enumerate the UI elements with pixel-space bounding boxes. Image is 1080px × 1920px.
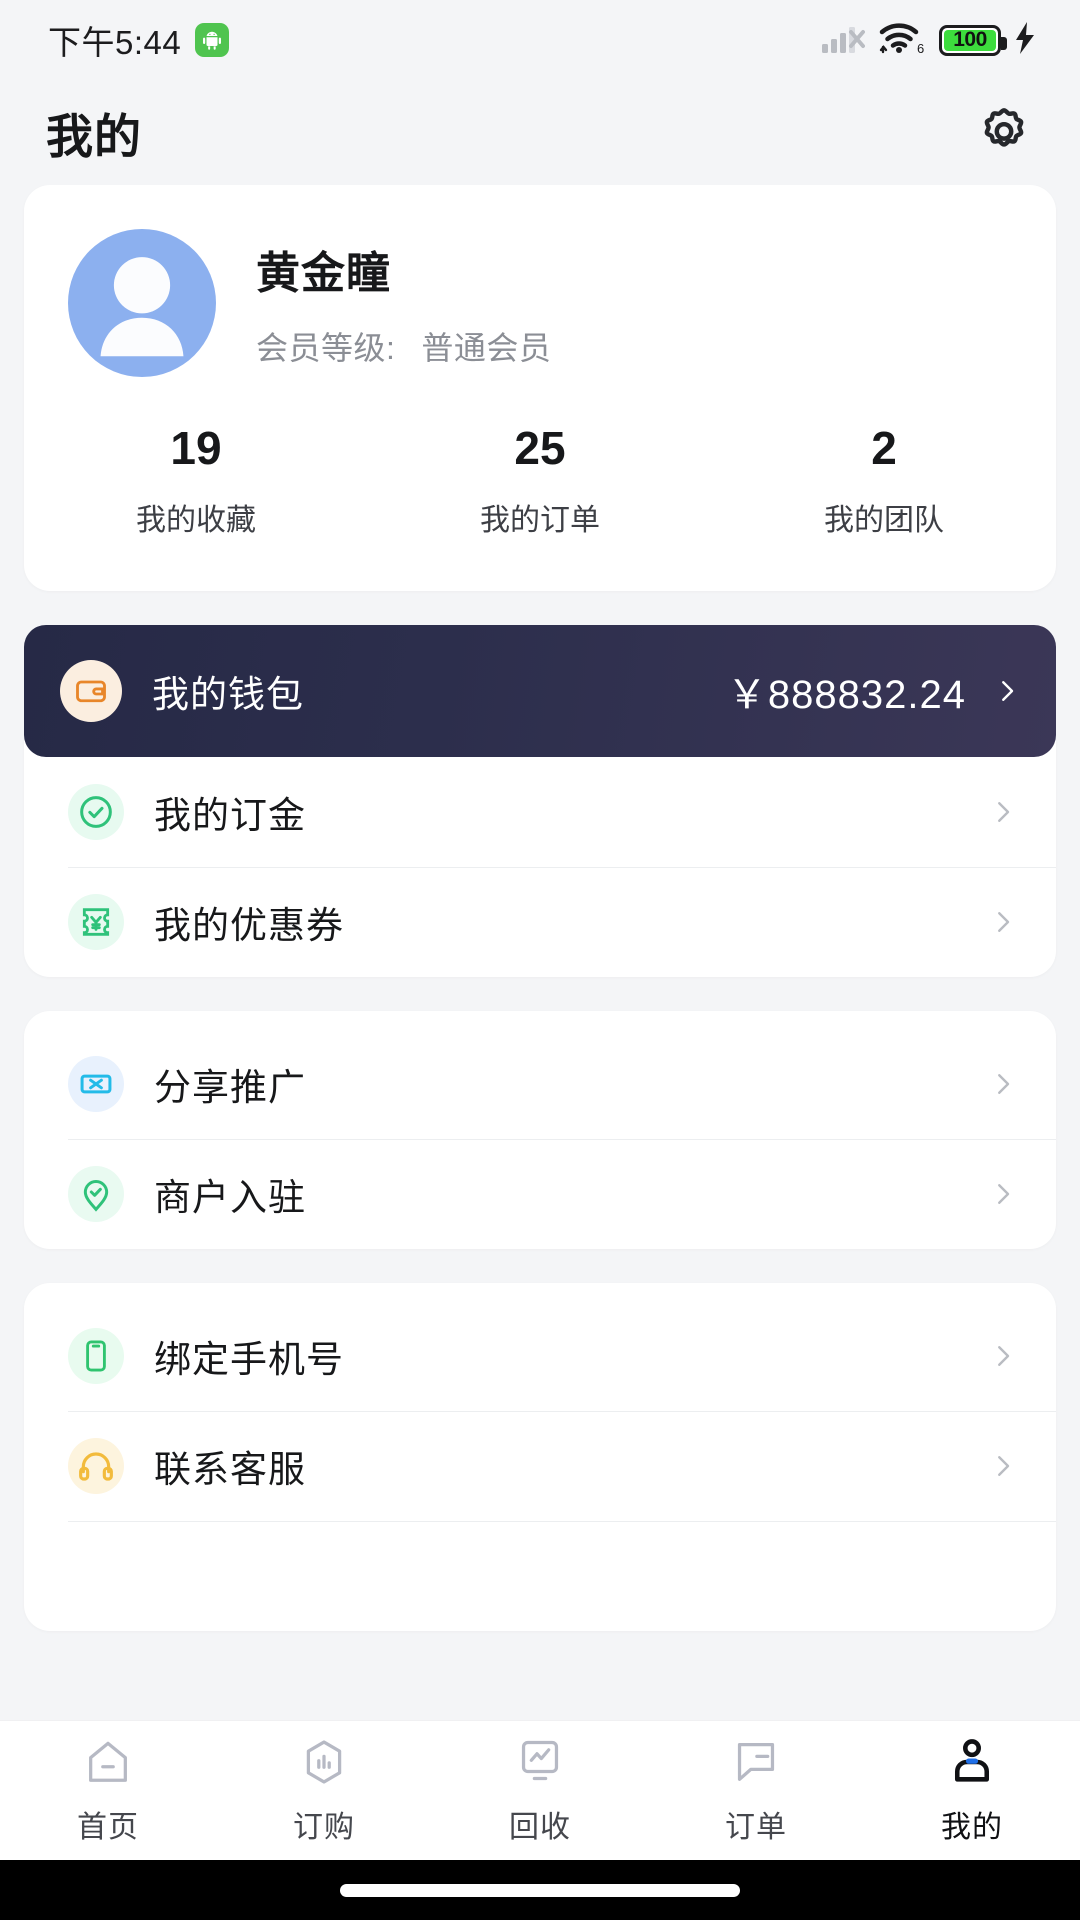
tab-label: 回收 xyxy=(509,1810,571,1844)
wallet-icon xyxy=(60,660,122,722)
menu-item-label: 分享推广 xyxy=(154,1067,306,1108)
profile-stats: 19 我的收藏 25 我的订单 2 我的团队 xyxy=(24,377,1056,591)
stat-team[interactable]: 2 我的团队 xyxy=(712,421,1056,539)
menu-item-coupons[interactable]: 我的优惠券 xyxy=(24,867,1056,977)
stat-label: 我的订单 xyxy=(480,504,600,537)
menu-item-deposit[interactable]: 我的订金 xyxy=(24,757,1056,867)
app-screen: 下午5:44 6 100 我的 黄金瞳 会员等级: 普通会员 19 我的收藏 2… xyxy=(0,0,1080,1920)
status-time: 下午5:44 xyxy=(48,24,182,61)
menu-item-cut-off[interactable] xyxy=(24,1521,1056,1631)
bottom-tab-bar: 首页 订购 回收 订单 我的 xyxy=(0,1720,1080,1860)
tab-home[interactable]: 首页 xyxy=(0,1736,216,1846)
wallet-banner[interactable]: 我的钱包 ￥888832.24 xyxy=(24,625,1056,757)
chevron-right-icon xyxy=(988,1341,1018,1371)
wallet-amount: ￥888832.24 xyxy=(726,673,966,717)
menu-item-label: 我的优惠券 xyxy=(154,905,344,946)
menu-group-1: 我的订金 我的优惠券 xyxy=(24,739,1056,977)
avatar[interactable] xyxy=(68,229,216,377)
page-title: 我的 xyxy=(46,110,142,163)
chevron-right-icon xyxy=(988,1451,1018,1481)
content-scroll[interactable]: 黄金瞳 会员等级: 普通会员 19 我的收藏 25 我的订单 2 我的团队 我的… xyxy=(0,185,1080,1720)
signal-bars-no-sim-icon xyxy=(821,22,865,59)
stat-orders[interactable]: 25 我的订单 xyxy=(368,421,712,539)
android-robot-icon xyxy=(195,23,230,57)
headset-icon xyxy=(68,1438,124,1494)
profile-header: 黄金瞳 会员等级: 普通会员 xyxy=(24,229,1056,377)
menu-item-contact-support[interactable]: 联系客服 xyxy=(24,1411,1056,1521)
stat-label: 我的收藏 xyxy=(136,504,256,537)
menu-item-share-promotion[interactable]: 分享推广 xyxy=(24,1029,1056,1139)
wifi-6-icon: 6 xyxy=(878,21,926,60)
status-bar: 下午5:44 6 100 xyxy=(0,0,1080,80)
home-indicator-bar xyxy=(0,1860,1080,1920)
tab-label: 首页 xyxy=(77,1810,139,1844)
lightning-bolt-icon xyxy=(1014,21,1036,59)
tab-profile[interactable]: 我的 xyxy=(864,1736,1080,1846)
home-indicator[interactable] xyxy=(340,1883,740,1897)
member-level-value: 普通会员 xyxy=(421,330,552,366)
stat-label: 我的团队 xyxy=(824,504,944,537)
page-header: 我的 xyxy=(0,80,1080,185)
tab-label: 订单 xyxy=(725,1810,787,1844)
profile-info: 黄金瞳 会员等级: 普通会员 xyxy=(256,237,551,369)
battery-level-label: 100 xyxy=(953,28,987,51)
chevron-right-icon xyxy=(992,676,1022,706)
member-level-label: 会员等级: xyxy=(256,330,396,366)
wallet-section: 我的钱包 ￥888832.24 xyxy=(24,625,1056,757)
menu-group-3: 绑定手机号 联系客服 xyxy=(24,1283,1056,1631)
battery-icon: 100 xyxy=(939,24,1007,56)
stat-favorites[interactable]: 19 我的收藏 xyxy=(24,421,368,539)
chevron-right-icon xyxy=(988,797,1018,827)
check-circle-icon xyxy=(68,784,124,840)
tab-label: 我的 xyxy=(941,1810,1003,1844)
wallet-label: 我的钱包 xyxy=(152,674,304,715)
tab-order-purchase[interactable]: 订购 xyxy=(216,1736,432,1846)
status-bar-right: 6 100 xyxy=(821,21,1036,60)
profile-card: 黄金瞳 会员等级: 普通会员 19 我的收藏 25 我的订单 2 我的团队 xyxy=(24,185,1056,591)
member-level: 会员等级: 普通会员 xyxy=(256,323,551,369)
phone-icon xyxy=(68,1328,124,1384)
menu-item-label: 联系客服 xyxy=(154,1449,306,1490)
menu-item-label: 我的订金 xyxy=(154,795,306,836)
location-check-icon xyxy=(68,1166,124,1222)
status-bar-left: 下午5:44 xyxy=(48,16,230,64)
menu-item-label: 绑定手机号 xyxy=(154,1339,344,1380)
stat-value: 25 xyxy=(514,422,566,474)
menu-item-merchant-entry[interactable]: 商户入驻 xyxy=(24,1139,1056,1249)
user-name: 黄金瞳 xyxy=(256,249,391,298)
stat-value: 2 xyxy=(871,422,897,474)
chevron-right-icon xyxy=(988,1069,1018,1099)
tab-label: 订购 xyxy=(293,1810,355,1844)
coupon-icon xyxy=(68,894,124,950)
stat-value: 19 xyxy=(170,422,222,474)
share-ticket-icon xyxy=(68,1056,124,1112)
svg-text:6: 6 xyxy=(917,41,924,55)
chevron-right-icon xyxy=(988,907,1018,937)
chevron-right-icon xyxy=(988,1179,1018,1209)
gear-icon[interactable] xyxy=(976,102,1032,163)
tab-recycle[interactable]: 回收 xyxy=(432,1736,648,1846)
menu-item-label: 商户入驻 xyxy=(154,1177,306,1218)
tab-orders[interactable]: 订单 xyxy=(648,1736,864,1846)
menu-group-2: 分享推广 商户入驻 xyxy=(24,1011,1056,1249)
menu-item-bind-phone[interactable]: 绑定手机号 xyxy=(24,1301,1056,1411)
